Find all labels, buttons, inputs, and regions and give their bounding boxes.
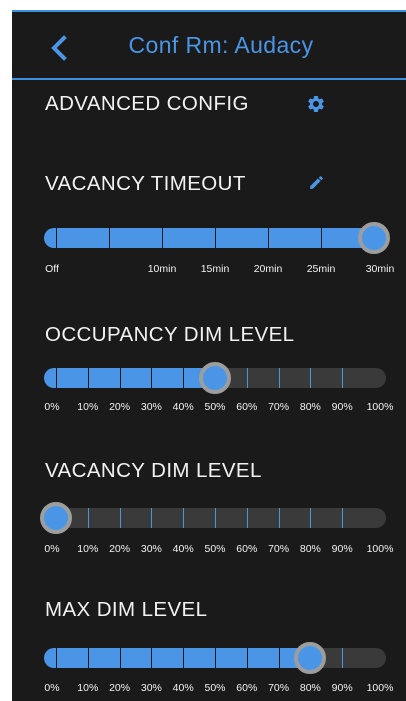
tick-label: 80%: [299, 401, 321, 413]
tick-label: 100%: [366, 682, 394, 694]
slider-tick: [278, 648, 280, 668]
slider-tick: [342, 648, 344, 668]
tick-label: 90%: [331, 543, 353, 555]
app-screen: Conf Rm: Audacy ADVANCED CONFIG VACANCY …: [12, 10, 406, 701]
tick-label: 10min: [147, 263, 177, 275]
max-dim-level-slider[interactable]: [44, 642, 386, 674]
tick-label: 0%: [44, 682, 60, 694]
occupancy-dim-level-thumb[interactable]: [199, 362, 231, 394]
slider-tick: [342, 368, 344, 388]
slider-tick: [183, 648, 185, 668]
tick-label: 20min: [253, 263, 283, 275]
max-dim-level-title: MAX DIM LEVEL: [45, 598, 208, 621]
slider-tick: [278, 508, 280, 528]
slider-tick: [56, 648, 57, 668]
slider-tick: [56, 368, 57, 388]
vacancy-dim-level-slider[interactable]: [40, 502, 386, 534]
tick-label: 30%: [140, 682, 162, 694]
tick-label: 50%: [204, 543, 226, 555]
slider-tick: [119, 508, 121, 528]
tick-label: 15min: [200, 263, 230, 275]
slider-tick: [183, 508, 185, 528]
slider-tick: [119, 648, 121, 668]
slider-tick: [215, 648, 216, 668]
slider-tick: [268, 228, 269, 248]
slider-tick: [342, 508, 344, 528]
advanced-config-title: ADVANCED CONFIG: [45, 92, 249, 115]
slider-tick: [162, 228, 163, 248]
tick-label: 60%: [236, 543, 258, 555]
slider-tick: [119, 368, 121, 388]
tick-label: 70%: [268, 543, 290, 555]
tick-label: 100%: [366, 401, 394, 413]
header-bar: Conf Rm: Audacy: [12, 12, 406, 80]
tick-label: 90%: [331, 682, 353, 694]
occupancy-dim-level-title: OCCUPANCY DIM LEVEL: [45, 323, 295, 346]
tick-label: 30%: [140, 401, 162, 413]
slider-tick: [215, 228, 216, 248]
header-title: Conf Rm: Audacy: [128, 32, 314, 58]
slider-tick: [310, 508, 312, 528]
tick-label: 80%: [299, 543, 321, 555]
occupancy-dim-level-fill: [44, 368, 225, 388]
vacancy-timeout-fill: [44, 228, 384, 248]
slider-tick: [246, 648, 248, 668]
tick-label: 80%: [299, 682, 321, 694]
slider-tick: [246, 508, 248, 528]
tick-label: 50%: [204, 682, 226, 694]
tick-label: Off: [45, 263, 59, 275]
vacancy-timeout-slider[interactable]: [44, 222, 390, 254]
gear-icon[interactable]: [306, 94, 326, 114]
tick-label: 40%: [172, 543, 194, 555]
slider-tick: [151, 648, 153, 668]
tick-label: 30%: [140, 543, 162, 555]
tick-label: 40%: [172, 682, 194, 694]
tick-label: 25min: [306, 263, 336, 275]
tick-label: 90%: [331, 401, 353, 413]
tick-label: 100%: [366, 543, 394, 555]
tick-label: 30min: [365, 263, 395, 275]
tick-label: 40%: [172, 401, 194, 413]
vacancy-timeout-title: VACANCY TIMEOUT: [45, 172, 246, 195]
tick-label: 20%: [109, 543, 131, 555]
tick-label: 70%: [268, 682, 290, 694]
tick-label: 60%: [236, 401, 258, 413]
slider-tick: [109, 228, 110, 248]
slider-tick: [151, 368, 153, 388]
max-dim-level-thumb[interactable]: [294, 642, 327, 674]
tick-label: 20%: [109, 401, 131, 413]
slider-tick: [56, 228, 57, 248]
pencil-icon[interactable]: [308, 174, 325, 191]
slider-tick: [215, 508, 216, 528]
vacancy-dim-level-title: VACANCY DIM LEVEL: [45, 459, 262, 482]
slider-tick: [278, 368, 280, 388]
slider-tick: [151, 508, 153, 528]
slider-tick: [321, 228, 322, 248]
vacancy-timeout-thumb[interactable]: [358, 222, 390, 254]
tick-label: 50%: [204, 401, 226, 413]
tick-label: 10%: [77, 401, 99, 413]
tick-label: 60%: [236, 682, 258, 694]
slider-tick: [183, 368, 185, 388]
vacancy-dim-level-thumb[interactable]: [40, 502, 72, 534]
slider-tick: [87, 508, 89, 528]
tick-label: 70%: [268, 401, 290, 413]
tick-label: 10%: [77, 543, 99, 555]
tick-label: 0%: [44, 543, 60, 555]
slider-tick: [310, 368, 312, 388]
tick-label: 10%: [77, 682, 99, 694]
occupancy-dim-level-slider[interactable]: [44, 362, 386, 394]
tick-label: 20%: [109, 682, 131, 694]
slider-tick: [87, 368, 89, 388]
tick-label: 0%: [44, 401, 60, 413]
slider-tick: [246, 368, 248, 388]
slider-tick: [87, 648, 89, 668]
